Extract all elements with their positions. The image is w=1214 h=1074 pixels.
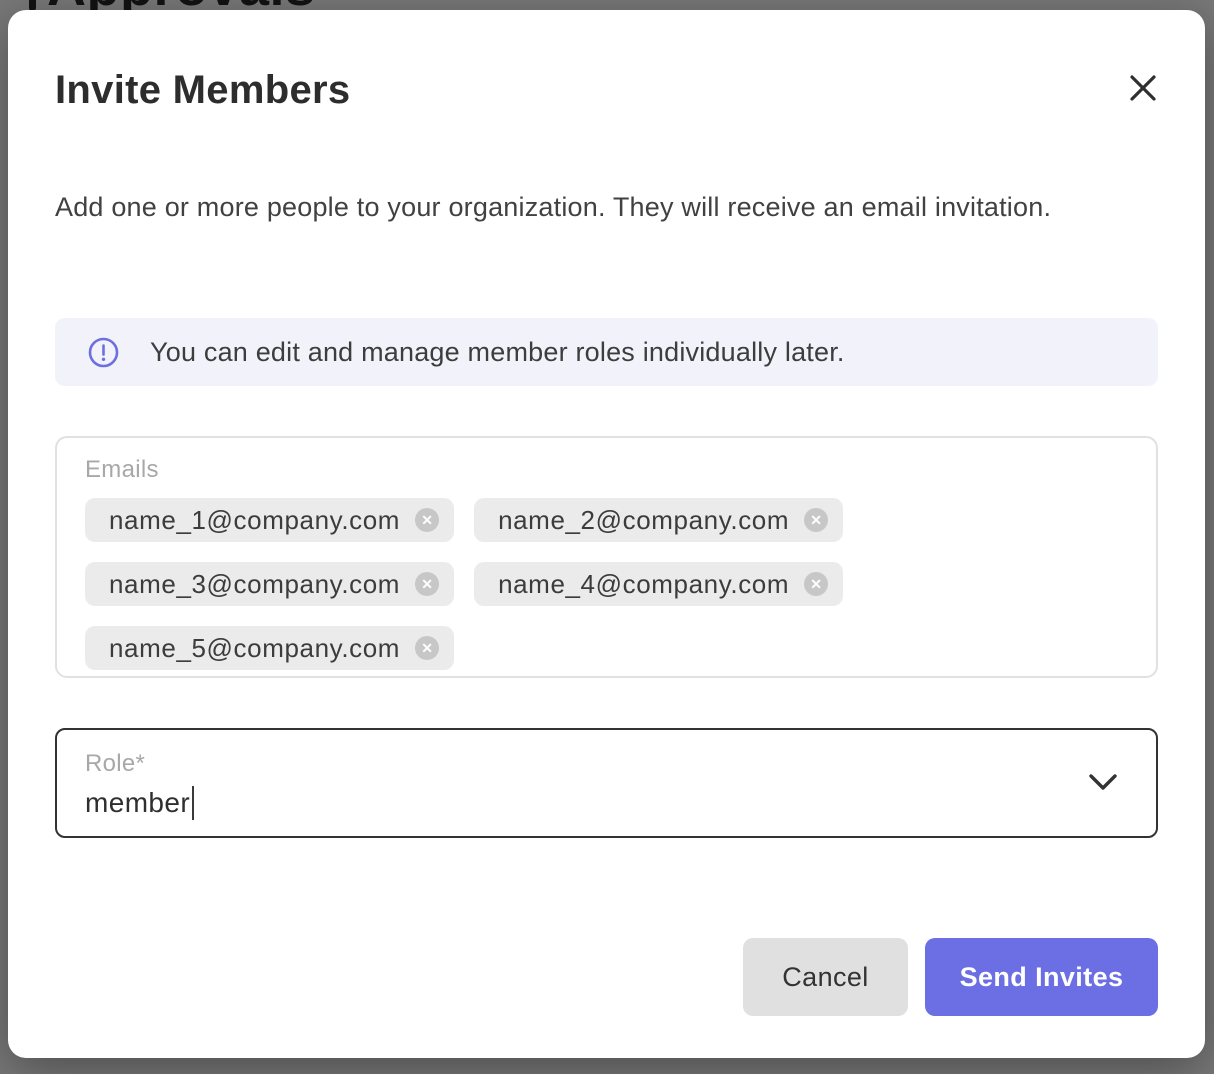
email-chip-text: name_3@company.com [109,569,400,600]
email-chip-text: name_1@company.com [109,505,400,536]
dialog-description: Add one or more people to your organizat… [55,186,1075,228]
role-select-field[interactable]: Role* member [55,728,1158,838]
chevron-down-icon[interactable] [1086,772,1120,794]
send-invites-button[interactable]: Send Invites [925,938,1158,1016]
email-chip: name_2@company.com ✕ [474,498,843,542]
info-icon [88,337,119,368]
email-chip-text: name_2@company.com [498,505,789,536]
role-field-label: Role* [85,750,1128,778]
role-value-row: member [85,786,1128,820]
dialog-actions: Cancel Send Invites [8,938,1158,1016]
notice-banner: You can edit and manage member roles ind… [55,318,1158,386]
remove-chip-icon[interactable]: ✕ [804,572,828,596]
email-chip: name_3@company.com ✕ [85,562,454,606]
notice-text: You can edit and manage member roles ind… [150,337,845,368]
emails-field-label: Emails [85,456,1128,484]
emails-input-field[interactable]: Emails name_1@company.com ✕ name_2@compa… [55,436,1158,678]
role-value: member [85,787,190,819]
email-chip-text: name_4@company.com [498,569,789,600]
close-icon [1128,73,1158,103]
remove-chip-icon[interactable]: ✕ [804,508,828,532]
email-chip-list: name_1@company.com ✕ name_2@company.com … [85,498,945,670]
email-chip: name_5@company.com ✕ [85,626,454,670]
cancel-button[interactable]: Cancel [743,938,908,1016]
close-button[interactable] [1120,65,1166,111]
remove-chip-icon[interactable]: ✕ [415,572,439,596]
email-chip-text: name_5@company.com [109,633,400,664]
dialog-title: Invite Members [55,68,350,113]
remove-chip-icon[interactable]: ✕ [415,508,439,532]
text-cursor [192,786,194,820]
remove-chip-icon[interactable]: ✕ [415,636,439,660]
email-chip: name_1@company.com ✕ [85,498,454,542]
screen: Approvals Invite Members Add one or more… [0,0,1214,1074]
invite-members-dialog: Invite Members Add one or more people to… [8,10,1205,1058]
email-chip: name_4@company.com ✕ [474,562,843,606]
